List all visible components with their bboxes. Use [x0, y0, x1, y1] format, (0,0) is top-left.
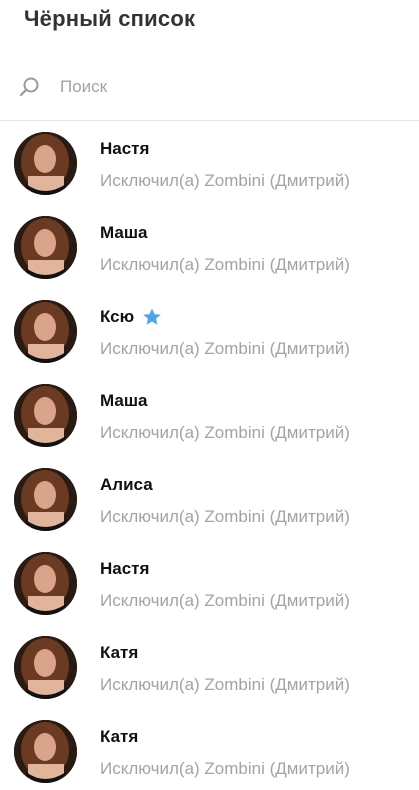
contact-name: Настя: [100, 139, 150, 158]
list-item[interactable]: Катя Исключил(а) Zombini (Дмитрий): [0, 626, 419, 710]
star-icon: [143, 308, 161, 325]
list-item[interactable]: Маша Исключил(а) Zombini (Дмитрий): [0, 374, 419, 458]
contact-status: Исключил(а) Zombini (Дмитрий): [100, 423, 350, 442]
avatar[interactable]: [14, 552, 77, 615]
contact-name: Маша: [100, 223, 148, 242]
contact-status: Исключил(а) Zombini (Дмитрий): [100, 591, 350, 610]
divider: [0, 120, 419, 121]
search-bar: [0, 66, 419, 108]
contact-name: Катя: [100, 727, 139, 746]
contact-list: Настя Исключил(а) Zombini (Дмитрий) Маша…: [0, 122, 419, 790]
contact-status: Исключил(а) Zombini (Дмитрий): [100, 255, 350, 274]
list-item[interactable]: Ксю Исключил(а) Zombini (Дмитрий): [0, 290, 419, 374]
page-title: Чёрный список: [24, 6, 196, 31]
avatar[interactable]: [14, 636, 77, 699]
list-item[interactable]: Настя Исключил(а) Zombini (Дмитрий): [0, 122, 419, 206]
contact-status: Исключил(а) Zombini (Дмитрий): [100, 759, 350, 778]
contact-name: Маша: [100, 391, 148, 410]
contact-status: Исключил(а) Zombini (Дмитрий): [100, 507, 350, 526]
avatar[interactable]: [14, 132, 77, 195]
list-item[interactable]: Настя Исключил(а) Zombini (Дмитрий): [0, 542, 419, 626]
avatar[interactable]: [14, 384, 77, 447]
search-input[interactable]: [60, 72, 400, 102]
search-icon: [19, 77, 39, 97]
avatar[interactable]: [14, 468, 77, 531]
contact-name: Алиса: [100, 475, 153, 494]
contact-status: Исключил(а) Zombini (Дмитрий): [100, 675, 350, 694]
avatar[interactable]: [14, 216, 77, 279]
avatar[interactable]: [14, 300, 77, 363]
avatar[interactable]: [14, 720, 77, 783]
list-item[interactable]: Катя Исключил(а) Zombini (Дмитрий): [0, 710, 419, 790]
list-item[interactable]: Алиса Исключил(а) Zombini (Дмитрий): [0, 458, 419, 542]
list-item[interactable]: Маша Исключил(а) Zombini (Дмитрий): [0, 206, 419, 290]
contact-status: Исключил(а) Zombini (Дмитрий): [100, 339, 350, 358]
blacklist-page: Чёрный список Настя Исключил(а) Zomb: [0, 0, 419, 790]
contact-name: Настя: [100, 559, 150, 578]
contact-status: Исключил(а) Zombini (Дмитрий): [100, 171, 350, 190]
contact-name: Ксю: [100, 307, 135, 326]
contact-name: Катя: [100, 643, 139, 662]
